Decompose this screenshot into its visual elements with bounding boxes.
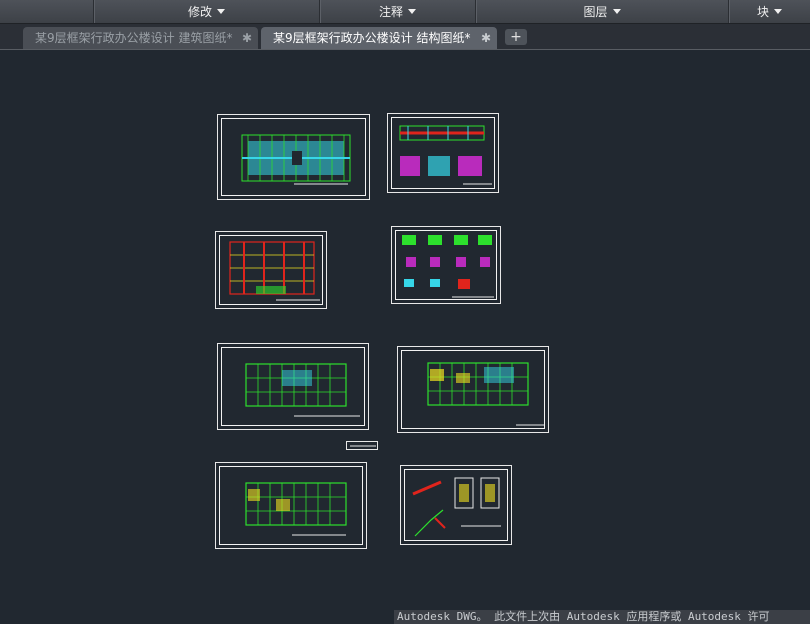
sheet-graphic-stair-detail [412, 477, 501, 537]
status-message: Autodesk DWG。 此文件上次由 Autodesk 应用程序或 Auto… [397, 610, 770, 623]
chevron-down-icon [612, 9, 621, 14]
drawing-sheet [217, 343, 369, 430]
file-tab-title: 某9层框架行政办公楼设计 结构图纸* [273, 31, 471, 45]
sheet-graphic-floor-plan-a [245, 363, 360, 417]
drawing-sheet [215, 231, 327, 309]
drawing-sheet [400, 465, 512, 545]
sheet-graphic-label [350, 445, 376, 447]
chevron-down-icon [408, 9, 416, 14]
new-tab-button[interactable]: + [505, 29, 527, 45]
ribbon-panel-bar: 修改 注释 图层 块 [0, 0, 810, 24]
close-icon[interactable]: ✱ [242, 27, 252, 49]
sheet-graphic-floor-plan-b [427, 362, 544, 426]
ribbon-panel-block[interactable]: 块 [729, 0, 810, 23]
sheet-graphic-column-plan [229, 241, 320, 301]
ribbon-panel-modify[interactable]: 修改 [94, 0, 319, 23]
chevron-down-icon [217, 9, 225, 14]
drawing-label-block [346, 441, 378, 450]
chevron-down-icon [774, 9, 782, 14]
drawing-canvas[interactable] [0, 50, 810, 610]
sheet-graphic-foundation-plan [241, 134, 351, 185]
sheet-graphic-floor-plan-c [245, 482, 347, 536]
drawing-sheet [397, 346, 549, 433]
file-tab-structure[interactable]: 某9层框架行政办公楼设计 结构图纸* ✱ [261, 27, 497, 49]
sheet-graphic-beam-elevation [399, 125, 492, 185]
ribbon-panel-annotation[interactable]: 注释 [320, 0, 475, 23]
ribbon-panel-layers[interactable]: 图层 [476, 0, 728, 23]
drawing-sheet [391, 226, 501, 304]
ribbon-panel-label: 块 [756, 5, 769, 19]
drawing-sheet [217, 114, 370, 200]
close-icon[interactable]: ✱ [481, 27, 491, 49]
file-tab-title: 某9层框架行政办公楼设计 建筑图纸* [35, 31, 233, 45]
sheet-graphic-detail-sheet [402, 235, 494, 298]
ribbon-panel-label: 修改 [187, 5, 212, 19]
drawing-sheet [215, 462, 367, 549]
drawing-sheet [387, 113, 499, 193]
file-tab-architecture[interactable]: 某9层框架行政办公楼设计 建筑图纸* ✱ [23, 27, 258, 49]
ribbon-panel-label: 图层 [583, 5, 608, 19]
file-tab-bar: 某9层框架行政办公楼设计 建筑图纸* ✱ 某9层框架行政办公楼设计 结构图纸* … [0, 24, 810, 50]
ribbon-panel-label: 注释 [378, 5, 403, 19]
status-bar: Autodesk DWG。 此文件上次由 Autodesk 应用程序或 Auto… [394, 610, 810, 624]
